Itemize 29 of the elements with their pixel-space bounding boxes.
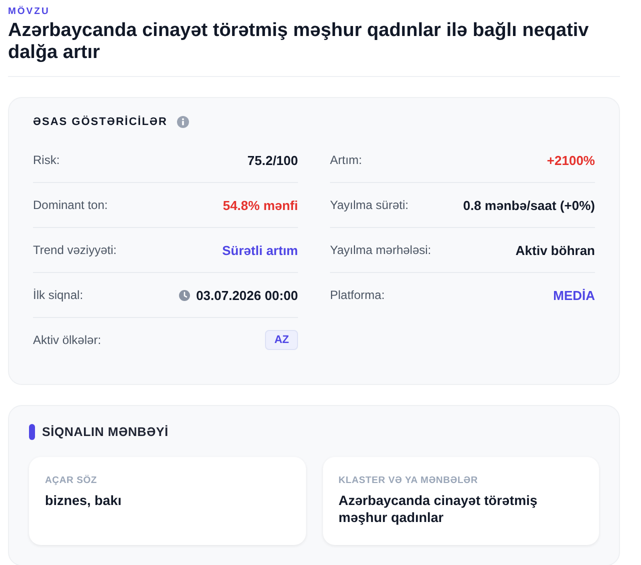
- info-icon[interactable]: [177, 116, 190, 128]
- metric-label: Yayılma sürəti:: [330, 198, 408, 212]
- metric-label: Aktiv ölkələr:: [33, 333, 102, 347]
- metric-label: Trend vəziyyəti:: [33, 243, 117, 257]
- card-value: biznes, bakı: [45, 492, 123, 509]
- page-title: Azərbaycanda cinayət törətmiş məşhur qadınlar ilə bağlı neqativ dalğa artır: [8, 20, 590, 64]
- metric-label: Artım:: [330, 153, 362, 167]
- metric-value: Aktiv böhran: [516, 242, 595, 258]
- section-title: SİQNALIN MƏNBƏYİ: [42, 425, 168, 439]
- metric-value: 75.2/100: [247, 152, 298, 168]
- country-tag: AZ: [265, 330, 298, 350]
- metric-label: Risk:: [33, 153, 60, 167]
- card-value: Azərbaycanda cinayət törətmiş məşhur qadınlar: [338, 492, 538, 526]
- section-title: ƏSAS GÖSTƏRİCİLƏR: [33, 116, 168, 128]
- metric-value: Sürətli artım: [222, 242, 298, 258]
- metric-label: Platforma:: [330, 288, 385, 302]
- clock-icon: [179, 290, 190, 300]
- metric-value: +2100%: [546, 152, 595, 168]
- card-label: KLASTER VƏ YA MƏNBƏLƏR: [338, 475, 479, 486]
- accent-bar: [29, 424, 35, 440]
- topic-label: MÖVZU: [8, 6, 51, 17]
- card-label: AÇAR SÖZ: [45, 475, 98, 486]
- metric-value: 0.8 mənbə/saat (+0%): [463, 198, 595, 212]
- metric-label: İlk siqnal:: [33, 288, 84, 302]
- metric-value: 54.8% mənfi: [222, 198, 298, 212]
- metric-label: Dominant ton:: [33, 198, 108, 212]
- metric-label: Yayılma mərhələsi:: [330, 243, 432, 257]
- metric-value: 03.07.2026 00:00: [196, 288, 298, 302]
- metric-value: MEDİA: [553, 288, 595, 302]
